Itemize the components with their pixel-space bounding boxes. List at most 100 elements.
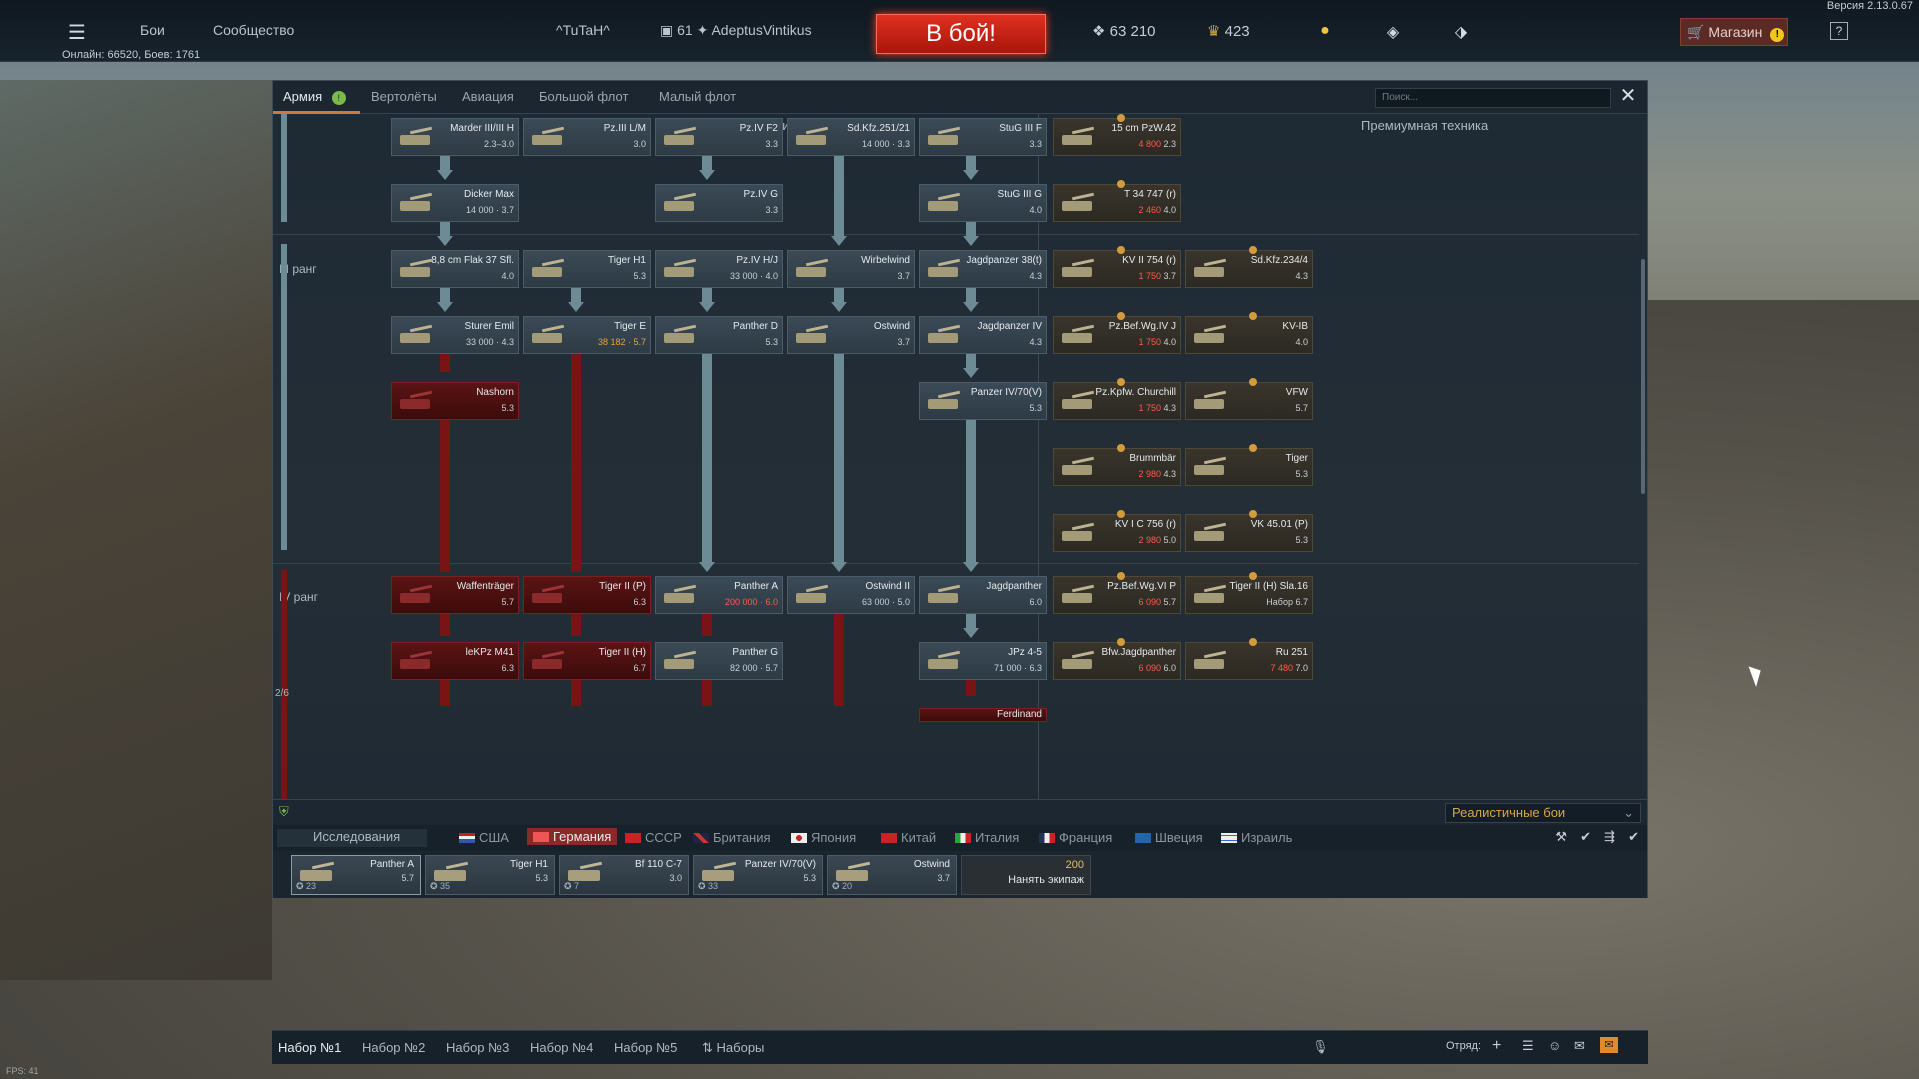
tab-helicopters[interactable]: Вертолёты (371, 89, 437, 104)
premium-vehicle-card[interactable]: VK 45.01 (P) 5.3 (1185, 510, 1313, 552)
squad-name[interactable]: ^TuTaH^ (556, 22, 610, 38)
premium-vehicle-card[interactable]: Bfw.Jagdpanther 6 090 6.0 (1053, 638, 1181, 680)
battles-menu[interactable]: Бои (140, 22, 165, 38)
microphone-icon[interactable]: 🎙 (1312, 1039, 1329, 1055)
premium-vehicle-card[interactable]: Pz.Bef.Wg.IV J 1 750 4.0 (1053, 312, 1181, 354)
vehicle-card[interactable]: Tiger E 38 182 · 5.7 (523, 316, 651, 354)
game-mode-select[interactable]: Реалистичные бои ⌄ (1445, 803, 1641, 823)
contacts-icon[interactable]: ☺ (1548, 1038, 1561, 1053)
premium-vehicle-card[interactable]: KV I C 756 (r) 2 980 5.0 (1053, 510, 1181, 552)
vehicle-card[interactable]: Marder III/III H 2.3–3.0 (391, 118, 519, 156)
vehicle-card[interactable]: Dicker Max 14 000 · 3.7 (391, 184, 519, 222)
nation-sweden[interactable]: Швеция (1135, 830, 1203, 845)
tree-scrollbar[interactable] (1641, 259, 1645, 494)
hire-crew-button[interactable]: 200 Нанять экипаж (961, 855, 1091, 895)
tab-bluewater-fleet[interactable]: Большой флот (539, 89, 628, 104)
crew-slot[interactable]: Bf 110 C-7 3.0 ✪ 7 (559, 855, 689, 895)
checkmark-icon[interactable]: ✔ (1628, 829, 1639, 845)
nation-germany[interactable]: Германия (527, 828, 618, 845)
nation-usa[interactable]: США (459, 830, 509, 845)
presets-menu[interactable]: ⇅ Наборы (702, 1040, 764, 1056)
vehicle-card[interactable]: Pz.IV F2 3.3 (655, 118, 783, 156)
vehicle-card-locked[interactable]: Nashorn 5.3 (391, 382, 519, 420)
vehicle-card-locked[interactable]: Tiger II (H) 6.7 (523, 642, 651, 680)
preset-3[interactable]: Набор №3 (446, 1040, 509, 1055)
premium-vehicle-card[interactable]: Sd.Kfz.234/4 4.3 (1185, 246, 1313, 288)
crew-slot[interactable]: Tiger H1 5.3 ✪ 35 (425, 855, 555, 895)
vehicle-card[interactable]: Jagdpanzer 38(t) 4.3 (919, 250, 1047, 288)
premium-vehicle-card[interactable]: Pz.Kpfw. Churchill 1 750 4.3 (1053, 378, 1181, 420)
checkmark-icon[interactable]: ✔ (1580, 829, 1591, 845)
vehicle-card[interactable]: Panther G 82 000 · 5.7 (655, 642, 783, 680)
hamburger-icon[interactable]: ☰ (68, 20, 90, 45)
vehicle-card[interactable]: Jagdpanzer IV 4.3 (919, 316, 1047, 354)
premium-vehicle-card[interactable]: KV-IB 4.0 (1185, 312, 1313, 354)
vehicle-card-locked[interactable]: leKPz M41 6.3 (391, 642, 519, 680)
vehicle-card[interactable]: JPz 4-5 71 000 · 6.3 (919, 642, 1047, 680)
nation-china[interactable]: Китай (881, 830, 936, 845)
vehicle-card-locked[interactable]: Tiger II (P) 6.3 (523, 576, 651, 614)
vehicle-card[interactable]: Pz.III L/M 3.0 (523, 118, 651, 156)
premium-vehicle-card[interactable]: 15 cm PzW.42 4 800 2.3 (1053, 114, 1181, 156)
vehicle-card[interactable]: StuG III G 4.0 (919, 184, 1047, 222)
premium-vehicle-card[interactable]: Tiger II (H) Sla.16 Набор 6.7 (1185, 572, 1313, 614)
lightbulb-icon[interactable]: ● (1316, 22, 1334, 40)
vehicle-card[interactable]: Sturer Emil 33 000 · 4.3 (391, 316, 519, 354)
list-icon[interactable]: ☰ (1522, 1038, 1534, 1054)
wrench-icon[interactable]: ⚒ (1555, 829, 1567, 845)
silver-lions[interactable]: ❖ 63 210 (1092, 22, 1156, 40)
preset-5[interactable]: Набор №5 (614, 1040, 677, 1055)
search-input[interactable]: Поиск... (1375, 88, 1611, 108)
vehicle-card[interactable]: Ostwind 3.7 (787, 316, 915, 354)
nation-israel[interactable]: Израиль (1221, 830, 1292, 845)
research-toggle[interactable]: Исследования (277, 829, 427, 847)
coupon-icon[interactable]: ⬗ (1452, 22, 1470, 41)
battle-pass-icon[interactable]: ◈ (1384, 22, 1402, 41)
vehicle-card[interactable]: Sd.Kfz.251/21 14 000 · 3.3 (787, 118, 915, 156)
research-shield-icon[interactable]: ⛨ (279, 804, 289, 820)
community-menu[interactable]: Сообщество (213, 22, 294, 38)
vehicle-card[interactable]: 8,8 cm Flak 37 Sfl. 4.0 (391, 250, 519, 288)
tab-army[interactable]: Армия ! (273, 89, 360, 114)
tab-coastal-fleet[interactable]: Малый флот (659, 89, 736, 104)
premium-vehicle-card[interactable]: Tiger 5.3 (1185, 444, 1313, 486)
nation-ussr[interactable]: СССР (625, 830, 682, 845)
vehicle-card-locked[interactable]: Ferdinand (919, 708, 1047, 722)
vehicle-card[interactable]: Pz.IV H/J 33 000 · 4.0 (655, 250, 783, 288)
repair-all-icon[interactable]: ⇶ (1604, 829, 1615, 845)
chat-icon[interactable]: ✉ (1574, 1038, 1585, 1054)
help-button[interactable]: ? (1830, 22, 1848, 40)
premium-vehicle-card[interactable]: Brummbär 2 980 4.3 (1053, 444, 1181, 486)
premium-vehicle-card[interactable]: Ru 251 7 480 7.0 (1185, 638, 1313, 680)
vehicle-card[interactable]: Jagdpanther 6.0 (919, 576, 1047, 614)
nation-france[interactable]: Франция (1039, 830, 1112, 845)
close-icon[interactable]: ✕ (1617, 86, 1639, 108)
add-squad-icon[interactable]: + (1492, 1037, 1501, 1055)
vehicle-card[interactable]: Panther D 5.3 (655, 316, 783, 354)
vehicle-card[interactable]: StuG III F 3.3 (919, 118, 1047, 156)
vehicle-card[interactable]: Tiger H1 5.3 (523, 250, 651, 288)
shop-button[interactable]: 🛒 Магазин ! (1680, 18, 1788, 46)
preset-2[interactable]: Набор №2 (362, 1040, 425, 1055)
preset-1[interactable]: Набор №1 (278, 1040, 341, 1055)
crew-slot[interactable]: Panzer IV/70(V) 5.3 ✪ 33 (693, 855, 823, 895)
premium-vehicle-card[interactable]: T 34 747 (r) 2 460 4.0 (1053, 180, 1181, 222)
nation-britain[interactable]: Британия (693, 830, 771, 845)
vehicle-card[interactable]: Pz.IV G 3.3 (655, 184, 783, 222)
vehicle-card[interactable]: Wirbelwind 3.7 (787, 250, 915, 288)
to-battle-button[interactable]: В бой! (876, 14, 1046, 54)
nation-italy[interactable]: Италия (955, 830, 1019, 845)
premium-vehicle-card[interactable]: VFW 5.7 (1185, 378, 1313, 420)
mail-icon[interactable]: ✉ (1600, 1037, 1618, 1053)
nation-japan[interactable]: Япония (791, 830, 856, 845)
golden-eagles[interactable]: ♛ 423 (1207, 22, 1250, 40)
preset-4[interactable]: Набор №4 (530, 1040, 593, 1055)
vehicle-card-researching[interactable]: Panther A 200 000 · 6.0 (655, 576, 783, 614)
vehicle-card[interactable]: Ostwind II 63 000 · 5.0 (787, 576, 915, 614)
vehicle-card-locked[interactable]: Waffenträger 5.7 (391, 576, 519, 614)
premium-vehicle-card[interactable]: KV II 754 (r) 1 750 3.7 (1053, 246, 1181, 288)
player-profile[interactable]: ▣ 61 ✦ AdeptusVintikus (660, 22, 812, 39)
crew-slot-selected[interactable]: Panther A 5.7 ✪ 23 (291, 855, 421, 895)
crew-slot[interactable]: Ostwind 3.7 ✪ 20 (827, 855, 957, 895)
tab-aviation[interactable]: Авиация (462, 89, 514, 104)
